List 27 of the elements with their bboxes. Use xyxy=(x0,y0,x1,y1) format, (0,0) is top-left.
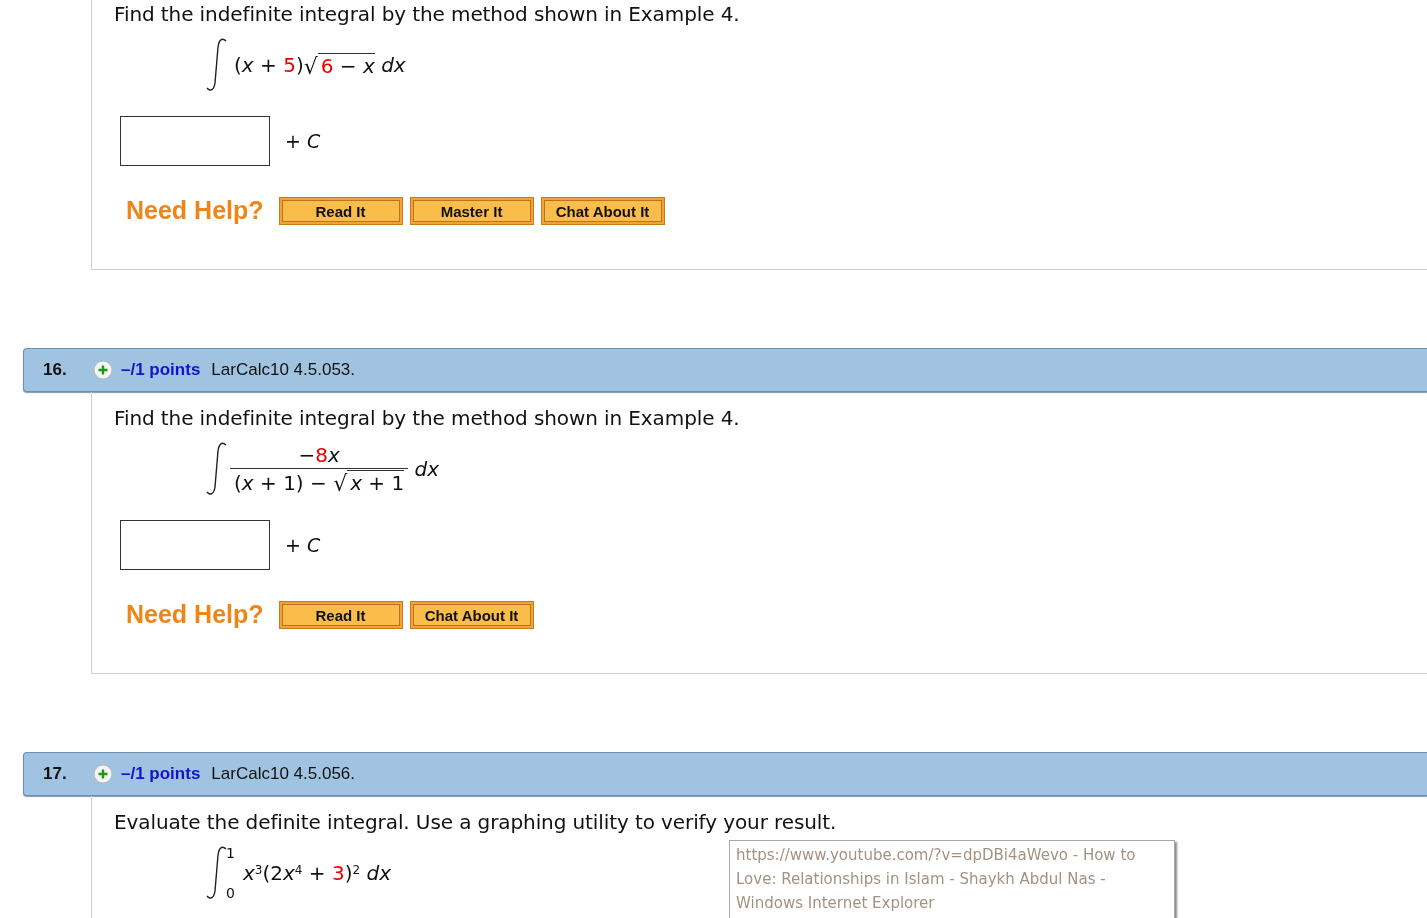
question-prompt: Find the indefinite integral by the method shown in Example 4. xyxy=(114,406,741,430)
help-button[interactable]: Chat About It xyxy=(540,196,665,225)
answer-field[interactable] xyxy=(120,520,270,570)
help-button[interactable]: Read It xyxy=(278,600,403,629)
question-number: 16. xyxy=(42,360,68,380)
points-label: –/1 points xyxy=(121,360,201,380)
upper-limit: 1 xyxy=(226,845,235,861)
question-number: 17. xyxy=(42,764,68,784)
help-button[interactable]: Read It xyxy=(278,196,403,225)
question-prompt: Find the indefinite integral by the method shown in Example 4. xyxy=(114,2,741,26)
help-button[interactable]: Master It xyxy=(409,196,534,225)
answer-field[interactable] xyxy=(120,116,270,166)
question-source: LarCalc10 4.5.056. xyxy=(211,764,355,784)
plus-icon[interactable] xyxy=(93,360,113,380)
integrand-expression: (x + 5)√6 − x dx xyxy=(234,52,406,78)
constant-label: + C xyxy=(285,534,321,556)
need-help-label: Need Help? xyxy=(126,600,264,629)
lower-limit: 0 xyxy=(226,885,235,901)
points-label: –/1 points xyxy=(121,764,201,784)
url-tooltip: https://www.youtube.com/?v=dpDBi4aWevo - How to Love: Relationships in Islam - Shaykh Abdul Nas - Windows Internet Explorer xyxy=(729,840,1175,918)
question-prompt: Evaluate the definite integral. Use a graphing utility to verify your result. xyxy=(114,810,838,834)
plus-icon[interactable] xyxy=(93,764,113,784)
constant-label: + C xyxy=(285,130,321,152)
help-button[interactable]: Chat About It xyxy=(409,600,534,629)
question-source: LarCalc10 4.5.053. xyxy=(211,360,355,380)
integrand-expression: x$^{3}$(2x$^{4}$ + 3)$^{2}$ dx xyxy=(242,861,391,885)
need-help-label: Need Help? xyxy=(126,196,264,225)
